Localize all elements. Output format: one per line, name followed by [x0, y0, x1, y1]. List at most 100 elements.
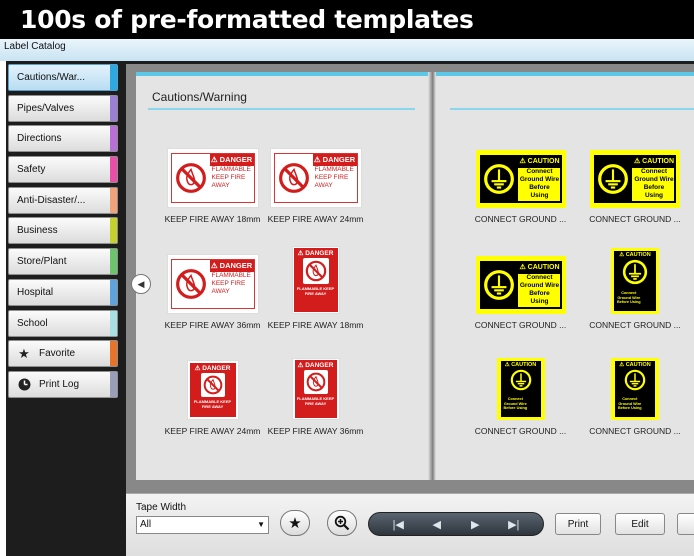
- label-text: AWAY: [314, 182, 333, 189]
- category-color-tab: [110, 65, 117, 90]
- sidebar-item[interactable]: Anti-Disaster/...: [8, 186, 118, 214]
- label-header: ⚠ DANGER: [209, 154, 254, 166]
- label-header: ⚠ DANGER: [297, 362, 334, 369]
- label-text: Ground Wire: [634, 176, 674, 183]
- label-text: Connect: [526, 168, 553, 175]
- sidebar-item[interactable]: Directions: [8, 125, 118, 153]
- zoom-button[interactable]: [327, 510, 357, 536]
- label-text: FLAMMABLE: [314, 166, 354, 173]
- template-caption: CONNECT GROUND ...: [589, 214, 681, 224]
- sidebar-item-label: Print Log: [39, 378, 80, 390]
- section-title: Cautions/Warning: [152, 90, 247, 104]
- template-thumbnail[interactable]: ⚠ DANGER FLAMMABLE KEEP FIRE AWAY KEEP FIR…: [253, 246, 378, 330]
- template-thumbnail[interactable]: ⚠ CAUTION Connect Ground Wire Before Using C…: [580, 246, 690, 330]
- category-color-tab: [110, 371, 117, 397]
- category-color-tab: [110, 249, 117, 275]
- label-text: Ground Wire: [519, 282, 560, 289]
- sidebar-item[interactable]: Print Log: [8, 370, 118, 398]
- category-color-tab: [110, 126, 117, 152]
- template-thumbnail[interactable]: ⚠ CAUTION Connect Ground Wire Before Using C…: [458, 246, 583, 330]
- label-header: ⚠ CAUTION: [517, 261, 562, 274]
- category-color-tab: [110, 310, 117, 336]
- label-header: ⚠ DANGER: [297, 250, 334, 257]
- sidebar-item[interactable]: Cautions/War...: [8, 64, 118, 91]
- label-text: KEEP FIRE: [211, 280, 246, 287]
- no-fire-icon: [203, 375, 222, 395]
- danger-label-preview: ⚠ DANGER FLAMMABLE KEEP FIRE AWAY: [166, 254, 259, 314]
- ground-icon: [598, 164, 628, 194]
- template-thumbnail[interactable]: ⚠ CAUTION Connect Ground Wire Before Using C…: [458, 140, 583, 224]
- category-color-tab: [110, 218, 117, 244]
- star-icon: ★: [288, 515, 302, 532]
- template-caption: CONNECT GROUND ...: [474, 214, 567, 224]
- label-text: FLAMMABLE: [211, 166, 251, 173]
- template-caption: CONNECT GROUND ...: [474, 426, 567, 436]
- print-button[interactable]: Print: [555, 513, 601, 535]
- banner-title: 100s of pre-formatted templates: [20, 5, 474, 34]
- caution-label-preview: ⚠ CAUTION Connect Ground Wire Before Using: [496, 358, 545, 420]
- sidebar-item-label: Safety: [17, 164, 46, 176]
- category-color-tab: [110, 157, 117, 183]
- label-header: ⚠ DANGER: [194, 365, 231, 372]
- category-color-tab: [110, 341, 117, 367]
- label-text: Before Using: [617, 300, 641, 304]
- label-text: Before Using: [643, 184, 665, 199]
- label-text: Before Using: [529, 184, 550, 199]
- sidebar-item[interactable]: School: [8, 309, 118, 337]
- tape-width-select[interactable]: All ▼: [136, 516, 269, 534]
- section-divider-right: [450, 108, 694, 110]
- promo-banner: 100s of pre-formatted templates: [0, 0, 694, 39]
- template-thumbnail[interactable]: ⚠ DANGER FLAMMABLE KEEP FIRE AWAY KEEP FIR…: [253, 352, 378, 436]
- no-fire-icon: [278, 163, 309, 193]
- sidebar-item[interactable]: Pipes/Valves: [8, 94, 118, 122]
- prev-page-button[interactable]: ◀: [424, 518, 450, 531]
- edit-button[interactable]: Edit: [615, 513, 665, 535]
- sidebar-item-label: School: [17, 317, 48, 329]
- caution-label-preview: ⚠ CAUTION Connect Ground Wire Before Using: [611, 248, 659, 314]
- ground-icon: [622, 259, 648, 285]
- sidebar-item[interactable]: ★ Favorite: [8, 340, 118, 368]
- no-fire-icon: [305, 260, 326, 282]
- danger-label-preview: ⚠ DANGER FLAMMABLE KEEP FIRE AWAY: [166, 148, 259, 208]
- ground-icon: [483, 164, 514, 194]
- template-caption: CONNECT GROUND ...: [474, 320, 567, 330]
- favorite-star-button[interactable]: ★: [280, 510, 310, 536]
- template-thumbnail[interactable]: ⚠ CAUTION Connect Ground Wire Before Using C…: [458, 352, 583, 436]
- label-text: FLAMMABLE KEEP FIRE AWAY: [296, 396, 335, 406]
- zoom-in-icon: [334, 515, 350, 531]
- sidebar-item-label: Hospital: [17, 286, 54, 298]
- sidebar-item[interactable]: Store/Plant: [8, 248, 118, 276]
- book-spine: [428, 72, 436, 480]
- sidebar-item[interactable]: Hospital: [8, 278, 118, 306]
- page-navigation: |◀ ◀ ▶ ▶|: [368, 512, 544, 536]
- ground-icon: [483, 270, 514, 300]
- category-color-tab: [110, 187, 117, 213]
- next-page-button[interactable]: ▶: [462, 518, 488, 531]
- template-thumbnail[interactable]: ⚠ DANGER FLAMMABLE KEEP FIRE AWAY KEEP FIRE …: [253, 140, 378, 224]
- danger-label-preview: ⚠ DANGER FLAMMABLE KEEP FIRE AWAY: [291, 246, 340, 314]
- last-page-button[interactable]: ▶|: [501, 518, 527, 531]
- sidebar-item-label: Business: [17, 225, 58, 237]
- first-page-button[interactable]: |◀: [385, 518, 411, 531]
- label-header: ⚠ CAUTION: [517, 155, 562, 168]
- label-text: AWAY: [211, 288, 230, 295]
- template-thumbnail[interactable]: ⚠ CAUTION Connect Ground Wire Before Using C…: [580, 352, 690, 436]
- previous-page-arrow-icon[interactable]: ◀: [131, 274, 151, 294]
- sidebar-item[interactable]: Business: [8, 217, 118, 245]
- more-button[interactable]: [677, 513, 694, 535]
- label-header: ⚠ CAUTION: [504, 362, 537, 368]
- label-text: Before Using: [503, 406, 528, 410]
- sidebar-item-label: Cautions/War...: [17, 72, 85, 83]
- category-color-tab: [110, 95, 117, 121]
- window-title-bar: Label Catalog: [0, 39, 694, 61]
- sidebar-item[interactable]: Safety: [8, 156, 118, 184]
- danger-label-preview: ⚠ DANGER FLAMMABLE KEEP FIRE AWAY: [186, 360, 239, 420]
- label-header: ⚠ DANGER: [209, 260, 254, 272]
- template-caption: CONNECT GROUND ...: [589, 426, 681, 436]
- no-fire-icon: [175, 163, 206, 193]
- label-text: Ground Wire: [519, 176, 560, 183]
- template-thumbnail[interactable]: ⚠ CAUTION Connect Ground Wire Before Using C…: [580, 140, 690, 224]
- label-text: AWAY: [211, 182, 230, 189]
- caution-label-preview: ⚠ CAUTION Connect Ground Wire Before Using: [611, 358, 659, 420]
- sidebar-item-label: Pipes/Valves: [17, 102, 75, 114]
